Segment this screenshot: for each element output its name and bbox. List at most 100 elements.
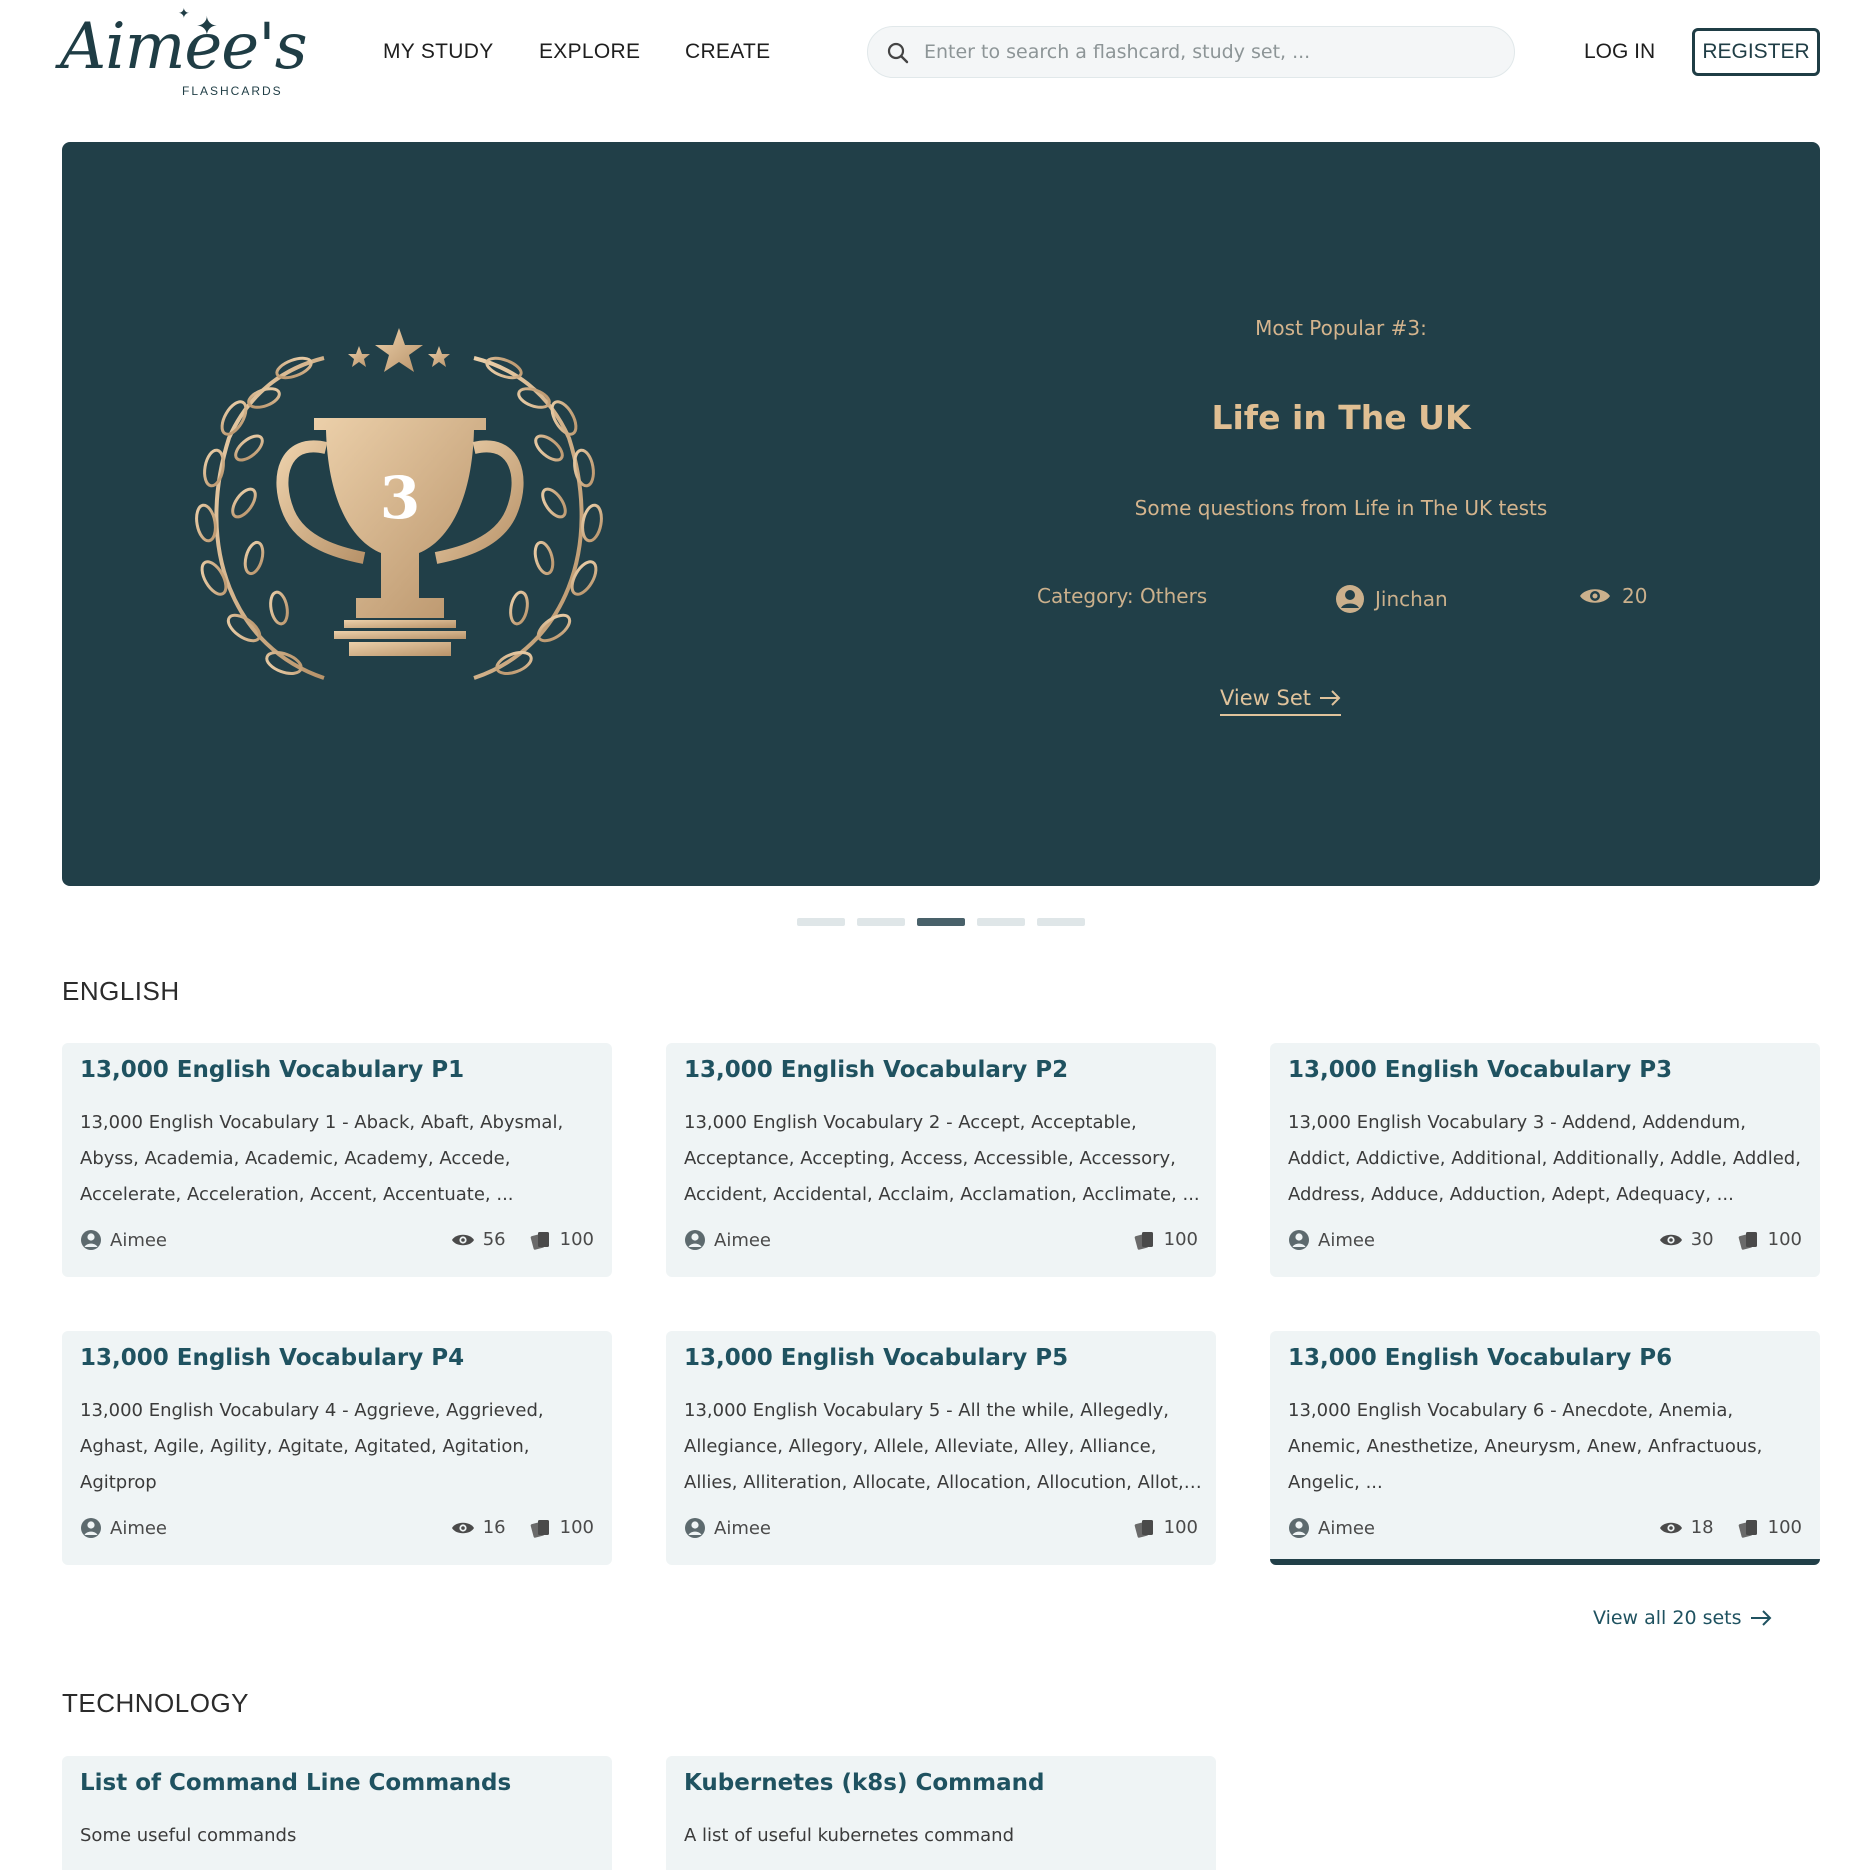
- author-name: Aimee: [714, 1517, 771, 1539]
- view-set-link[interactable]: View Set: [1220, 686, 1341, 716]
- study-set-card[interactable]: 13,000 English Vocabulary P4 13,000 Engli…: [62, 1331, 612, 1565]
- logo-wordmark: Aimee's: [60, 10, 308, 84]
- top-header: ✦ ✦ Aimee's FLASHCARDS MY STUDY EXPLORE …: [0, 0, 1870, 108]
- user-avatar-icon: [1336, 585, 1364, 613]
- view-all-english-link[interactable]: View all 20 sets: [1593, 1607, 1772, 1629]
- cards-count: 100: [559, 1229, 594, 1250]
- cards-count: 100: [1767, 1229, 1802, 1250]
- study-set-card[interactable]: 13,000 English Vocabulary P2 13,000 Engli…: [666, 1043, 1216, 1277]
- cards-icon: [1134, 1519, 1153, 1538]
- card-title[interactable]: Kubernetes (k8s) Command: [684, 1770, 1044, 1796]
- login-link[interactable]: LOG IN: [1584, 40, 1655, 64]
- section-title-english: ENGLISH: [62, 976, 180, 1006]
- card-description: 13,000 English Vocabulary 1 - Aback, Aba…: [80, 1112, 564, 1205]
- carousel-dot[interactable]: [977, 918, 1025, 926]
- views-count: 18: [1690, 1517, 1714, 1538]
- cards-count: 100: [1767, 1517, 1802, 1538]
- cards-count: 100: [1163, 1229, 1198, 1250]
- arrow-right-icon: [1320, 690, 1341, 706]
- hero-description: Some questions from Life in The UK tests: [1134, 496, 1548, 520]
- author-name: Aimee: [1318, 1229, 1375, 1251]
- card-author[interactable]: Aimee: [1288, 1517, 1375, 1539]
- cards-icon: [1738, 1519, 1757, 1538]
- card-stats: 30 100: [1659, 1229, 1802, 1250]
- card-description: 13,000 English Vocabulary 4 - Aggrieve, …: [80, 1400, 544, 1493]
- cards-stat: 100: [1738, 1229, 1802, 1250]
- card-title[interactable]: 13,000 English Vocabulary P3: [1288, 1057, 1672, 1083]
- author-name: Jinchan: [1375, 587, 1448, 611]
- card-title[interactable]: 13,000 English Vocabulary P5: [684, 1345, 1068, 1371]
- search-icon: [887, 42, 909, 64]
- card-description: Some useful commands: [80, 1825, 297, 1846]
- hero-views: 20: [1578, 584, 1647, 608]
- card-stats: 16 100: [451, 1517, 594, 1538]
- card-author[interactable]: Aimee: [684, 1517, 771, 1539]
- user-avatar-icon: [1289, 1230, 1309, 1250]
- trophy-rank-number: 3: [380, 464, 420, 532]
- section-title-technology: TECHNOLOGY: [62, 1688, 250, 1718]
- nav-explore[interactable]: EXPLORE: [539, 40, 640, 64]
- study-set-card[interactable]: 13,000 English Vocabulary P1 13,000 Engli…: [62, 1043, 612, 1277]
- card-author[interactable]: Aimee: [684, 1229, 771, 1251]
- views-count: 56: [482, 1229, 506, 1250]
- eye-icon: [1659, 1522, 1682, 1533]
- eye-icon: [451, 1522, 474, 1533]
- card-description: A list of useful kubernetes command: [684, 1825, 1015, 1846]
- card-description: 13,000 English Vocabulary 5 - All the wh…: [684, 1400, 1184, 1493]
- study-set-card[interactable]: 13,000 English Vocabulary P3 13,000 Engli…: [1270, 1043, 1820, 1277]
- carousel-dot[interactable]: [1037, 918, 1085, 926]
- user-avatar-icon: [685, 1230, 705, 1250]
- views-stat: 30: [1659, 1229, 1714, 1250]
- search-bar[interactable]: [867, 26, 1515, 78]
- view-all-label: View all 20 sets: [1593, 1607, 1742, 1629]
- category-label: Category: Others: [1037, 584, 1208, 608]
- card-author[interactable]: Aimee: [1288, 1229, 1375, 1251]
- author-name: Aimee: [1318, 1517, 1375, 1539]
- view-set-label: View Set: [1220, 686, 1311, 710]
- views-stat: 56: [451, 1229, 506, 1250]
- card-stats: 56 100: [451, 1229, 594, 1250]
- carousel-dot-active[interactable]: [917, 918, 965, 926]
- cards-count: 100: [1163, 1517, 1198, 1538]
- hero-carousel: 3 Most Popular #3: Life in The UK Some q…: [62, 142, 1820, 886]
- author-name: Aimee: [110, 1517, 167, 1539]
- hero-category: Category: Others: [1037, 584, 1207, 608]
- hero-author[interactable]: Jinchan: [1335, 584, 1448, 614]
- site-logo[interactable]: ✦ ✦ Aimee's FLASHCARDS: [60, 6, 308, 98]
- card-title[interactable]: 13,000 English Vocabulary P1: [80, 1057, 464, 1083]
- cards-stat: 100: [530, 1517, 594, 1538]
- cards-count: 100: [559, 1517, 594, 1538]
- views-stat: 16: [451, 1517, 506, 1538]
- nav-my-study[interactable]: MY STUDY: [383, 40, 494, 64]
- card-author[interactable]: Aimee: [80, 1229, 167, 1251]
- trophy-icon: 3: [195, 328, 603, 680]
- cards-stat: 100: [1738, 1517, 1802, 1538]
- carousel-dot[interactable]: [857, 918, 905, 926]
- carousel-indicators: [797, 918, 1085, 926]
- card-author[interactable]: Aimee: [80, 1517, 167, 1539]
- user-avatar-icon: [1289, 1518, 1309, 1538]
- card-title[interactable]: 13,000 English Vocabulary P4: [80, 1345, 464, 1371]
- logo-subtitle: FLASHCARDS: [182, 84, 283, 98]
- card-stats: 100: [1134, 1229, 1198, 1250]
- card-description: 13,000 English Vocabulary 3 - Addend, Ad…: [1288, 1112, 1801, 1205]
- author-name: Aimee: [110, 1229, 167, 1251]
- carousel-dot[interactable]: [797, 918, 845, 926]
- cards-icon: [1738, 1231, 1757, 1250]
- card-title[interactable]: List of Command Line Commands: [80, 1770, 511, 1796]
- study-set-card[interactable]: List of Command Line Commands Some usefu…: [62, 1756, 612, 1870]
- study-set-card[interactable]: 13,000 English Vocabulary P5 13,000 Engli…: [666, 1331, 1216, 1565]
- nav-create[interactable]: CREATE: [685, 40, 770, 64]
- views-stat: 18: [1659, 1517, 1714, 1538]
- hero-title: Life in The UK: [1211, 398, 1471, 437]
- card-title[interactable]: 13,000 English Vocabulary P6: [1288, 1345, 1672, 1371]
- trophy-illustration: 3: [174, 318, 624, 698]
- card-title[interactable]: 13,000 English Vocabulary P2: [684, 1057, 1068, 1083]
- study-set-card[interactable]: 13,000 English Vocabulary P6 13,000 Engli…: [1270, 1331, 1820, 1565]
- cards-stat: 100: [530, 1229, 594, 1250]
- search-input[interactable]: [924, 27, 1494, 77]
- study-set-card[interactable]: Kubernetes (k8s) Command A list of usefu…: [666, 1756, 1216, 1870]
- register-button[interactable]: REGISTER: [1692, 28, 1820, 76]
- user-avatar-icon: [81, 1518, 101, 1538]
- cards-icon: [530, 1519, 549, 1538]
